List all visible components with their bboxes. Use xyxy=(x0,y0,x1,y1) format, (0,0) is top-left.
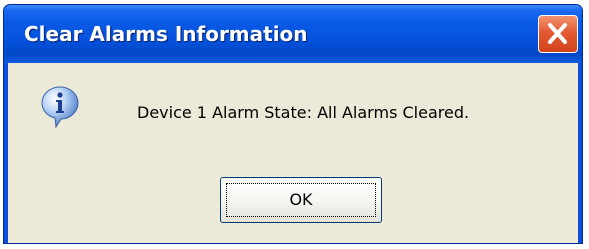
close-icon xyxy=(548,23,567,44)
ok-button-label: OK xyxy=(289,190,313,209)
ok-button[interactable]: OK xyxy=(220,177,382,223)
info-icon xyxy=(40,85,80,129)
dialog-window: Clear Alarms Information Device 1 Alarm … xyxy=(3,4,583,244)
dialog-title: Clear Alarms Information xyxy=(24,22,308,46)
title-bar[interactable]: Clear Alarms Information xyxy=(4,5,582,63)
dialog-body: Device 1 Alarm State: All Alarms Cleared… xyxy=(8,63,578,243)
message-text: Device 1 Alarm State: All Alarms Cleared… xyxy=(137,103,470,122)
close-button[interactable] xyxy=(538,15,578,53)
